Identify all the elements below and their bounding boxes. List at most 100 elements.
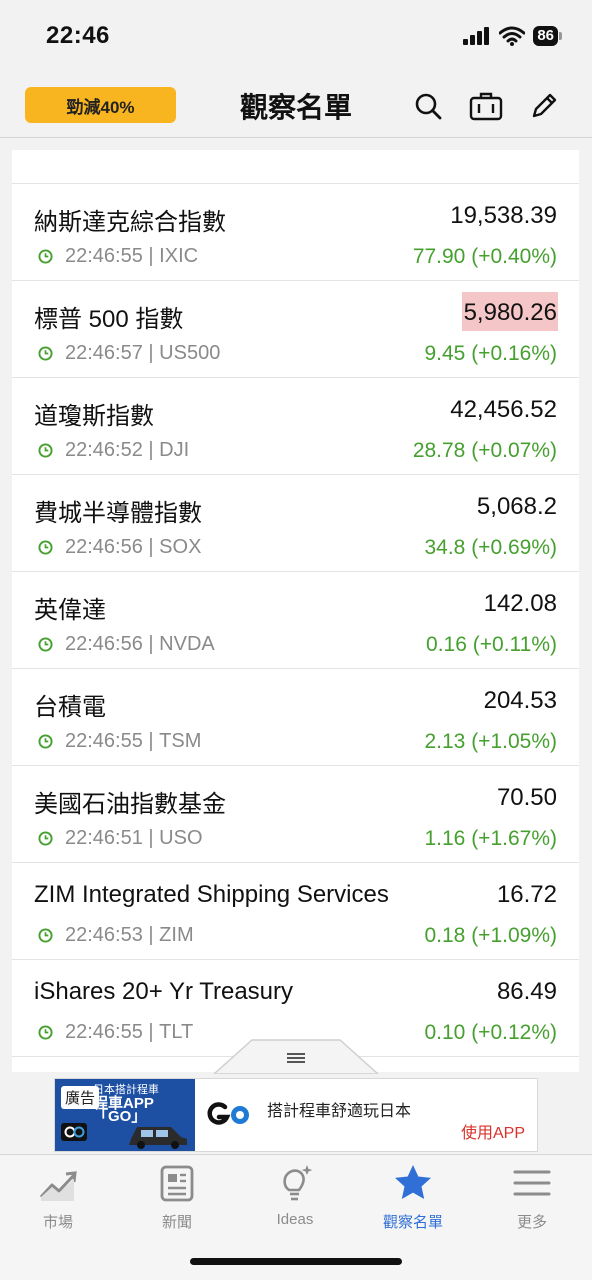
battery-level: 86 [533,26,558,46]
taxi-icon [129,1127,187,1149]
list-item[interactable]: 費城半導體指數 22:46:56 | SOX 5,068.2 34.8 (+0.… [12,475,579,572]
ticker-symbol: US500 [159,342,221,364]
tab-label: Ideas [276,1211,314,1228]
quote-meta: 22:46:52 | DJI [38,439,189,462]
tab-more[interactable]: 更多 [482,1163,582,1239]
meta-separator: | [142,827,160,849]
price: 16.72 [496,881,557,908]
price: 5,068.2 [476,493,557,520]
ticker-symbol: DJI [159,439,190,461]
ticker-symbol: SOX [159,536,202,558]
chart-icon [39,1171,77,1201]
list-top-strip [12,150,579,184]
watchlist: 納斯達克綜合指數 22:46:55 | IXIC 19,538.39 77.90… [12,150,579,1072]
signal-icon [463,27,490,45]
list-item[interactable]: 納斯達克綜合指數 22:46:55 | IXIC 19,538.39 77.90… [12,184,579,281]
clock-icon [38,346,53,361]
quote-meta: 22:46:56 | SOX [38,536,201,559]
tab-market[interactable]: 市場 [8,1163,108,1239]
meta-separator: | [142,924,160,946]
tab-news[interactable]: 新聞 [127,1163,227,1239]
list-item[interactable]: ZIM Integrated Shipping Services 22:46:5… [12,863,579,960]
meta-separator: | [142,536,160,558]
quote-meta: 22:46:55 | TSM [38,730,201,753]
clock-icon [38,831,53,846]
clock-icon [38,637,53,652]
list-item[interactable]: 台積電 22:46:55 | TSM 204.53 2.13 (+1.05%) [12,669,579,766]
drawer-handle[interactable] [214,1038,378,1074]
go-logo-icon [207,1102,249,1125]
stock-name: iShares 20+ Yr Treasury [34,978,294,1005]
list-item[interactable]: 道瓊斯指數 22:46:52 | DJI 42,456.52 28.78 (+0… [12,378,579,475]
quote-meta: 22:46:55 | IXIC [38,245,198,268]
quote-time: 22:46:55 [65,1021,143,1043]
ticker-symbol: TSM [159,730,202,752]
clock-icon [38,540,53,555]
search-icon[interactable] [411,89,445,123]
price: 42,456.52 [450,396,557,423]
header: 勁減40% 觀察名單 [0,72,592,138]
ad-banner[interactable]: 日本搭計程車 程車APP「GO」 廣告 搭計程車舒適玩日本 使用APP [54,1078,538,1152]
meta-separator: | [142,342,160,364]
price-change: 9.45 (+0.16%) [424,342,557,365]
quote-time: 22:46:56 [65,633,143,655]
news-icon [160,1165,194,1202]
clock-icon [38,734,53,749]
menu-icon [513,1170,551,1196]
promo-button[interactable]: 勁減40% [25,87,176,123]
briefcase-icon[interactable] [469,89,503,123]
ad-image-text: 日本搭計程車 程車APP「GO」 [93,1084,195,1124]
tab-label: 更多 [516,1214,547,1231]
stock-name: 台積電 [34,694,106,721]
quote-time: 22:46:56 [65,536,143,558]
home-indicator [190,1258,402,1265]
stock-name: 道瓊斯指數 [34,403,154,430]
stock-name: 費城半導體指數 [34,500,202,527]
battery-indicator: 86 [533,26,562,46]
tab-watchlist[interactable]: 觀察名單 [363,1163,463,1239]
clock-icon [38,249,53,264]
quote-time: 22:46:53 [65,924,143,946]
tab-label: 觀察名單 [382,1214,443,1231]
price-change: 2.13 (+1.05%) [424,730,557,753]
price-change: 34.8 (+0.69%) [424,536,557,559]
stock-name: 納斯達克綜合指數 [34,209,226,236]
lightbulb-icon [283,1165,313,1201]
price-highlighted: 5,980.26 [461,292,558,331]
edit-icon[interactable] [527,89,561,123]
status-bar: 22:46 86 [0,0,592,72]
price: 19,538.39 [450,202,557,229]
quote-time: 22:46:55 [65,245,143,267]
price-change: 0.18 (+1.09%) [424,924,557,947]
ad-cta-button[interactable]: 使用APP [461,1119,525,1143]
stock-name: ZIM Integrated Shipping Services [34,881,389,908]
ticker-symbol: IXIC [159,245,199,267]
list-item[interactable]: 英偉達 22:46:56 | NVDA 142.08 0.16 (+0.11%) [12,572,579,669]
price-change: 0.10 (+0.12%) [424,1021,557,1044]
meta-separator: | [142,633,160,655]
ad-text: 搭計程車舒適玩日本 [267,1103,412,1120]
wifi-icon [499,26,526,46]
quote-time: 22:46:52 [65,439,143,461]
ticker-symbol: ZIM [159,924,194,946]
status-icons: 86 [463,26,562,46]
meta-separator: | [142,439,160,461]
list-item[interactable]: 標普 500 指數 22:46:57 | US500 5,980.26 9.45… [12,281,579,378]
quote-time: 22:46:57 [65,342,143,364]
list-item[interactable]: 美國石油指數基金 22:46:51 | USO 70.50 1.16 (+1.6… [12,766,579,863]
price: 204.53 [483,687,557,714]
clock-icon [38,443,53,458]
price-change: 28.78 (+0.07%) [412,439,557,462]
star-icon [395,1165,431,1199]
quote-meta: 22:46:56 | NVDA [38,633,215,656]
tab-ideas[interactable]: Ideas [245,1163,345,1239]
price: 86.49 [496,978,557,1005]
quote-meta: 22:46:55 | TLT [38,1021,193,1044]
tab-label: 市場 [42,1214,73,1231]
price-change: 1.16 (+1.67%) [424,827,557,850]
quote-time: 22:46:51 [65,827,143,849]
stock-name: 英偉達 [34,597,106,624]
ticker-symbol: TLT [159,1021,194,1043]
meta-separator: | [142,245,160,267]
battery-tip [559,32,562,40]
